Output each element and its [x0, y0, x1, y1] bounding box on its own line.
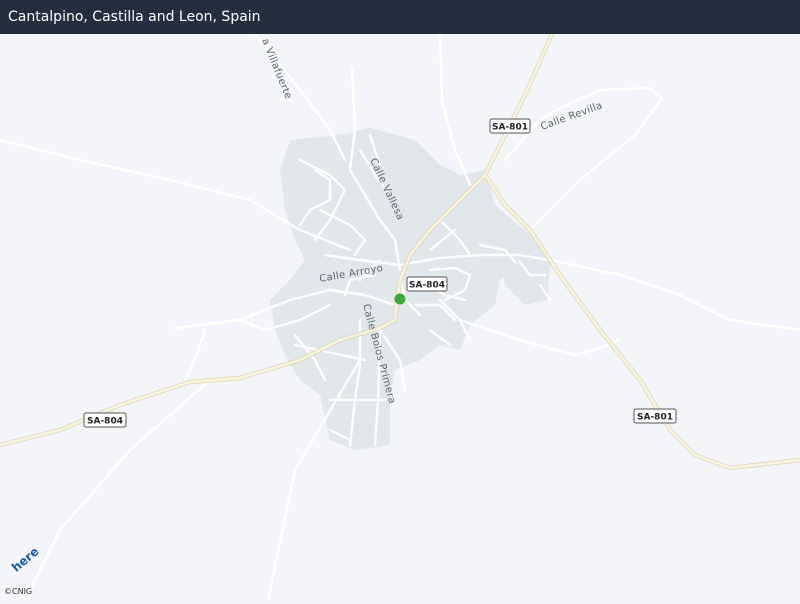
shield-sa801-top: SA-801 [489, 118, 531, 134]
map-view[interactable]: a Villafuerte Calle Vallesa Calle Arroyo… [0, 31, 800, 602]
map-copyright: ©CNIG [4, 587, 33, 596]
shield-sa801-right-label: SA-801 [637, 413, 673, 423]
location-title: Cantalpino, Castilla and Leon, Spain [8, 9, 261, 25]
shield-sa804-center-label: SA-804 [409, 281, 445, 291]
shield-sa801-right: SA-801 [633, 408, 677, 424]
shield-sa801-top-label: SA-801 [492, 123, 528, 133]
shield-sa804-center: SA-804 [406, 276, 448, 292]
map-canvas[interactable]: a Villafuerte Calle Vallesa Calle Arroyo… [0, 31, 800, 602]
street-label-revilla: Calle Revilla [539, 100, 604, 133]
location-title-bar: Cantalpino, Castilla and Leon, Spain [0, 0, 800, 34]
location-marker[interactable] [394, 293, 406, 305]
shield-sa804-left-label: SA-804 [87, 417, 123, 427]
shield-sa804-left: SA-804 [83, 412, 127, 428]
street-label-villafuerte: a Villafuerte [259, 37, 293, 101]
